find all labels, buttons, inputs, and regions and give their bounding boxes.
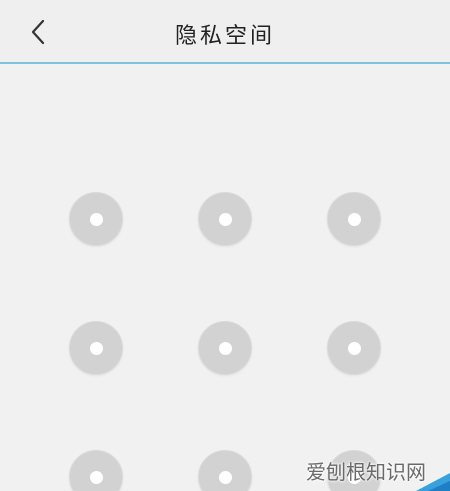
pattern-lock-grid[interactable]: [0, 0, 450, 491]
pattern-node-2[interactable]: [198, 192, 252, 246]
pattern-node-7[interactable]: [69, 450, 123, 491]
pattern-node-5[interactable]: [198, 321, 252, 375]
privacy-space-screen: 隐私空间 爱刨根知识网: [0, 0, 450, 491]
pattern-node-dot: [347, 341, 361, 355]
pattern-node-1[interactable]: [69, 192, 123, 246]
pattern-node-dot: [218, 212, 232, 226]
pattern-node-dot: [89, 470, 103, 484]
pattern-node-8[interactable]: [198, 450, 252, 491]
pattern-node-4[interactable]: [69, 321, 123, 375]
pattern-node-dot: [218, 470, 232, 484]
watermark-text: 爱刨根知识网: [306, 460, 426, 484]
pattern-node-dot: [347, 212, 361, 226]
pattern-node-dot: [218, 341, 232, 355]
pattern-node-6[interactable]: [327, 321, 381, 375]
pattern-node-dot: [89, 212, 103, 226]
pattern-node-3[interactable]: [327, 192, 381, 246]
pattern-node-dot: [89, 341, 103, 355]
